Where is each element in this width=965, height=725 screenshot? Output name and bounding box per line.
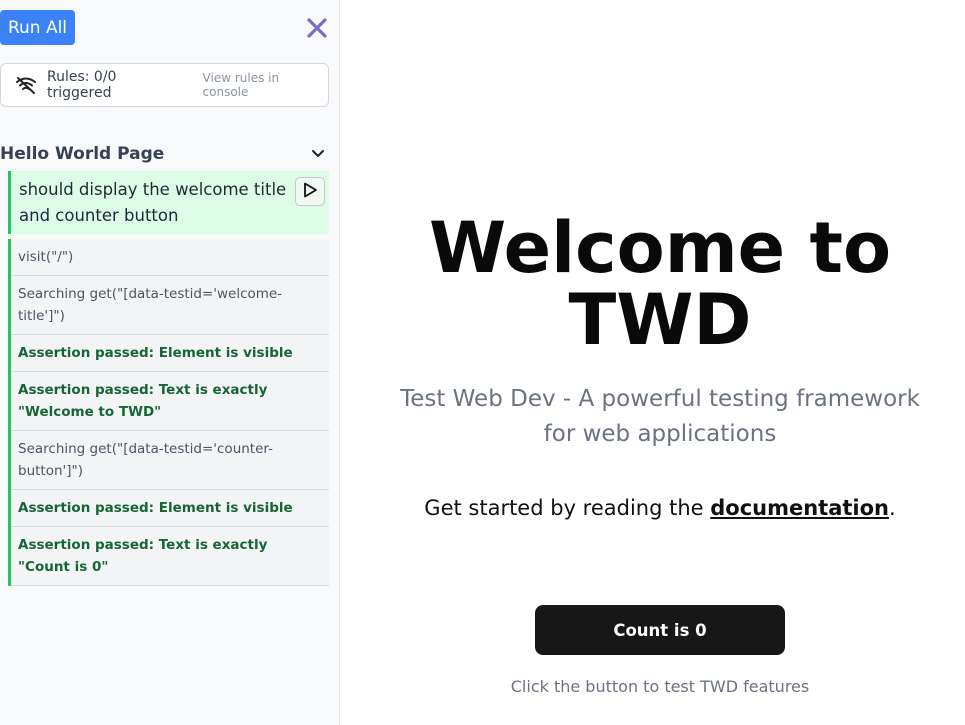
view-rules-link[interactable]: View rules in console <box>203 71 328 99</box>
welcome-title-line1: Welcome to <box>428 207 892 289</box>
close-icon[interactable] <box>304 15 330 41</box>
test-sidebar: Run All Rules: 0/0 triggered View rules … <box>0 0 340 725</box>
suite-title: Hello World Page <box>0 144 165 164</box>
documentation-link[interactable]: documentation <box>710 496 889 520</box>
welcome-title: Welcome to TWD <box>341 212 965 356</box>
test-item[interactable]: should display the welcome title and cou… <box>8 171 329 234</box>
test-steps-log: visit("/") Searching get("[data-testid='w… <box>8 239 329 586</box>
test-step: Searching get("[data-testid='counter-but… <box>11 431 329 490</box>
welcome-title-line2: TWD <box>568 279 752 361</box>
test-step: Assertion passed: Element is visible <box>11 490 329 527</box>
rules-status-box: Rules: 0/0 triggered View rules in conso… <box>0 63 329 107</box>
suite-header[interactable]: Hello World Page <box>0 140 329 168</box>
counter-button[interactable]: Count is 0 <box>535 605 785 655</box>
get-started-suffix: . <box>889 496 896 520</box>
rules-count-text: Rules: 0/0 triggered <box>47 69 117 101</box>
hint-text: Click the button to test TWD features <box>510 677 810 696</box>
test-step: Assertion passed: Text is exactly "Count… <box>11 527 329 586</box>
chevron-down-icon[interactable] <box>309 145 327 163</box>
test-step: Assertion passed: Element is visible <box>11 335 329 372</box>
test-step: Assertion passed: Text is exactly "Welco… <box>11 372 329 431</box>
run-test-button[interactable] <box>295 177 325 206</box>
run-all-button[interactable]: Run All <box>0 10 75 45</box>
get-started-prefix: Get started by reading the <box>424 496 711 520</box>
get-started-text: Get started by reading the documentation… <box>341 493 965 523</box>
wifi-signal-icon <box>15 74 37 96</box>
play-icon <box>302 182 318 202</box>
test-step: Searching get("[data-testid='welcome-tit… <box>11 276 329 335</box>
subtitle: Test Web Dev - A powerful testing framew… <box>400 386 920 447</box>
app-preview: Welcome to TWD Test Web Dev - A powerful… <box>341 0 965 725</box>
test-title: should display the welcome title and cou… <box>19 180 287 225</box>
test-step: visit("/") <box>11 239 329 276</box>
